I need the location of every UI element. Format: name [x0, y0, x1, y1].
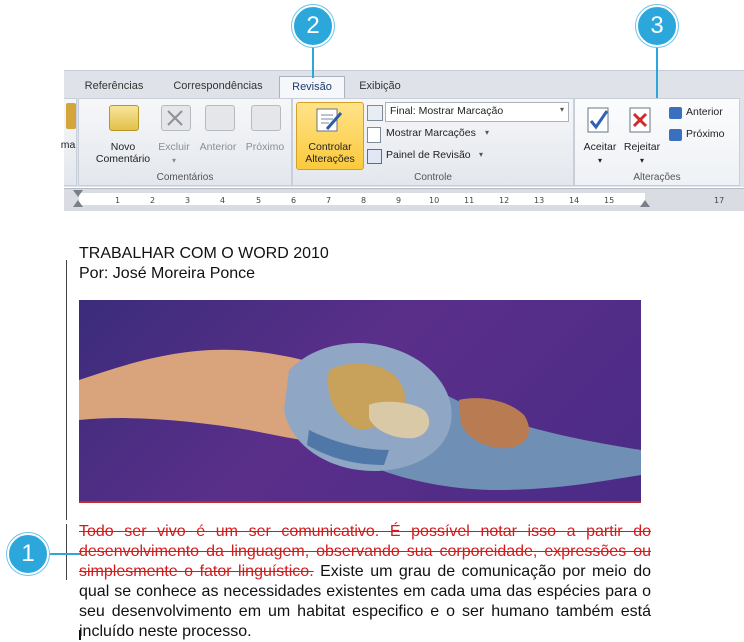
excluir-button[interactable]: Excluir — [153, 141, 195, 153]
reviewing-pane-icon — [367, 149, 382, 164]
body-paragraph[interactable]: Todo ser vivo é um ser comunicativo. É p… — [79, 522, 651, 642]
proximo-change-button[interactable]: Próximo — [686, 128, 725, 140]
accept-icon — [585, 105, 615, 135]
right-indent-marker[interactable] — [640, 200, 650, 207]
doc-title: TRABALHAR COM O WORD 2010 — [79, 245, 329, 262]
tab-correspondencias[interactable]: Correspondências — [164, 76, 272, 96]
ruler-tick: 5 — [256, 196, 262, 205]
rejeitar-button[interactable]: Rejeitar — [619, 141, 665, 153]
track-changes-icon — [315, 107, 343, 133]
delete-comment-icon — [161, 105, 191, 131]
show-markup-icon — [367, 127, 381, 143]
anterior-change-button[interactable]: Anterior — [686, 106, 723, 118]
ruler-tick: 11 — [464, 196, 475, 205]
change-bar — [66, 524, 67, 580]
comentarios-group: Novo Comentário Excluir ▾ Anterior Próxi… — [78, 98, 292, 186]
ruler-tick: 7 — [326, 196, 332, 205]
ruler-tick: 15 — [604, 196, 615, 205]
painel-revisao-button[interactable]: Painel de Revisão — [386, 149, 471, 161]
new-comment-icon — [109, 105, 139, 131]
change-bar — [66, 260, 67, 520]
cut-group: ma — [61, 98, 77, 186]
controle-group: Controlar Alterações Final: Mostrar Marc… — [292, 98, 574, 186]
controlar-alteracoes-label: Controlar Alterações — [305, 141, 355, 165]
proximo-comment-button[interactable]: Próximo — [241, 141, 289, 153]
tab-referencias[interactable]: Referências — [78, 76, 150, 96]
text-cursor — [79, 630, 81, 640]
hands-globe-image[interactable] — [79, 300, 641, 503]
ruler-tick: 14 — [569, 196, 580, 205]
display-for-review-icon — [367, 105, 383, 121]
callout-line — [656, 44, 658, 98]
chevron-down-icon: ▾ — [559, 105, 564, 114]
ruler-tick: 17 — [714, 196, 725, 205]
alteracoes-group: Aceitar ▾ Rejeitar ▾ Anterior Próximo Al… — [574, 98, 740, 186]
next-change-icon — [669, 129, 682, 141]
ruler-tick: 2 — [150, 196, 156, 205]
callout-3: 3 — [636, 5, 678, 47]
excluir-dropdown-icon[interactable]: ▾ — [169, 155, 179, 167]
callout-2: 2 — [292, 5, 334, 47]
ribbon-tabs: Referências Correspondências Revisão Exi… — [64, 76, 744, 98]
aceitar-dropdown-icon[interactable]: ▾ — [595, 155, 605, 167]
image-underline — [79, 501, 641, 503]
chevron-down-icon[interactable]: ▾ — [485, 128, 489, 137]
ruler-tick: 6 — [291, 196, 297, 205]
ruler-tick: 12 — [499, 196, 510, 205]
doc-author: Por: José Moreira Ponce — [79, 265, 256, 282]
controlar-alteracoes-button[interactable]: Controlar Alterações — [296, 102, 364, 170]
ruler-tick: 8 — [361, 196, 367, 205]
previous-change-icon — [669, 107, 682, 119]
final-markup-select[interactable]: Final: Mostrar Marcação ▾ — [385, 102, 569, 122]
first-line-indent-marker[interactable] — [73, 190, 83, 197]
novo-comentario-button[interactable]: Novo Comentário — [83, 141, 163, 165]
chevron-down-icon[interactable]: ▾ — [479, 150, 483, 159]
ruler-tick: 10 — [429, 196, 440, 205]
anterior-comment-button[interactable]: Anterior — [195, 141, 241, 153]
controle-group-label: Controle — [414, 172, 452, 183]
reject-icon — [627, 105, 657, 135]
ruler-tick: 9 — [396, 196, 402, 205]
comentarios-group-label: Comentários — [156, 172, 214, 183]
callout-1: 1 — [7, 533, 49, 575]
ruler-tick: 13 — [534, 196, 545, 205]
cut-label: ma — [60, 139, 76, 151]
tab-revisao[interactable]: Revisão — [279, 76, 345, 98]
alteracoes-group-label: Alterações — [633, 172, 681, 183]
ruler-tick: 4 — [220, 196, 226, 205]
final-markup-select-value: Final: Mostrar Marcação — [390, 105, 504, 117]
callout-line — [312, 44, 314, 78]
ruler-tick: 3 — [185, 196, 191, 205]
tab-exibicao[interactable]: Exibição — [350, 76, 410, 96]
translate-icon — [66, 103, 76, 129]
ruler-tick: 1 — [115, 196, 121, 205]
hanging-indent-marker[interactable] — [73, 200, 83, 207]
rejeitar-dropdown-icon[interactable]: ▾ — [637, 155, 647, 167]
mostrar-marcacoes-button[interactable]: Mostrar Marcações — [386, 127, 476, 139]
previous-comment-icon — [205, 105, 235, 131]
aceitar-button[interactable]: Aceitar — [575, 141, 625, 153]
next-comment-icon — [251, 105, 281, 131]
